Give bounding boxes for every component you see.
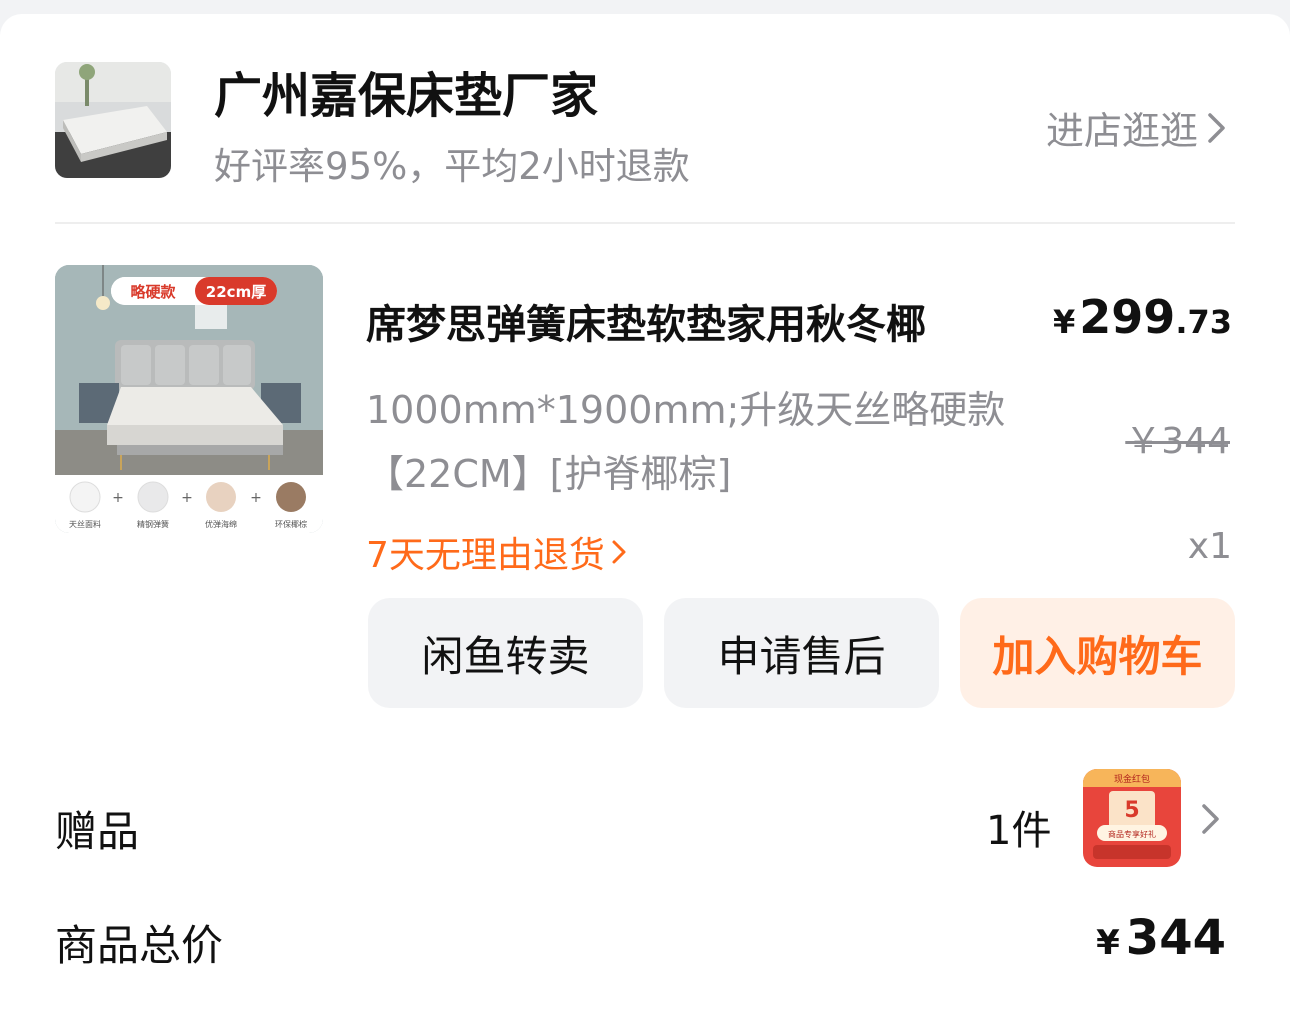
svg-text:+: +: [181, 490, 193, 506]
gift-thumb-caption: 商品专享好礼: [1108, 829, 1156, 839]
product-image: 略硬款 22cm厚 + + + 天丝面料 精钢弹簧 优弹海绵 环保椰棕: [55, 265, 323, 533]
product-title[interactable]: 席梦思弹簧床垫软垫家用秋冬椰: [366, 292, 1046, 350]
gift-thumbnail[interactable]: 现金红包 5 商品专享好礼: [1083, 769, 1181, 867]
total-currency: ¥: [1096, 923, 1120, 963]
price-decimal: .73: [1175, 303, 1232, 341]
price-integer: 299: [1079, 290, 1176, 344]
product-price: ¥299.73: [1053, 290, 1232, 344]
enter-shop-label: 进店逛逛: [1045, 109, 1198, 153]
return-policy-label: 7天无理由退货: [366, 535, 605, 576]
chevron-right-icon: [1208, 112, 1225, 143]
return-policy-link[interactable]: 7天无理由退货: [366, 526, 627, 578]
svg-text:+: +: [112, 490, 124, 506]
feature-label: 精钢弹簧: [137, 519, 169, 529]
enter-shop-link[interactable]: 进店逛逛: [1046, 100, 1228, 155]
chevron-right-icon: [612, 540, 626, 564]
product-spec: 1000mm*1900mm;升级天丝略硬款【22CM】[护脊椰棕]: [366, 388, 1006, 496]
feature-label: 优弹海绵: [205, 519, 237, 529]
order-item-card: 广州嘉保床垫厂家 好评率95%，平均2小时退款 进店逛逛 略硬款 22cm厚 +…: [0, 14, 1290, 1035]
thumb-badge-left: 略硬款: [130, 283, 176, 301]
resell-button[interactable]: 闲鱼转卖: [368, 598, 643, 708]
shop-name[interactable]: 广州嘉保床垫厂家: [214, 56, 598, 126]
price-currency: ¥: [1053, 303, 1076, 341]
total-price: ¥344: [1096, 910, 1226, 966]
thumb-badge-right: 22cm厚: [206, 283, 266, 301]
red-packet-image: 现金红包 5 商品专享好礼: [1083, 769, 1181, 867]
total-label: 商品总价: [55, 921, 224, 970]
add-to-cart-button[interactable]: 加入购物车: [960, 598, 1235, 708]
total-value: 344: [1125, 910, 1226, 966]
gift-label: 赠品: [55, 807, 140, 856]
gift-thumb-number: 5: [1124, 798, 1139, 823]
original-price: ￥344: [1125, 421, 1230, 462]
svg-text:+: +: [250, 490, 262, 506]
feature-label: 环保椰棕: [275, 519, 307, 529]
shop-rating-text: 好评率95%，平均2小时退款: [214, 145, 690, 188]
shop-mattress-image: [55, 62, 171, 178]
gift-chevron[interactable]: [1200, 802, 1222, 840]
chevron-right-icon: [1202, 804, 1219, 834]
after-sales-button[interactable]: 申请售后: [664, 598, 939, 708]
shop-avatar[interactable]: [55, 62, 171, 178]
gift-count[interactable]: 1件: [986, 798, 1051, 856]
divider: [55, 222, 1235, 224]
quantity: x1: [1187, 526, 1232, 567]
gift-thumb-top: 现金红包: [1114, 773, 1150, 785]
product-thumbnail[interactable]: 略硬款 22cm厚 + + + 天丝面料 精钢弹簧 优弹海绵 环保椰棕: [55, 265, 323, 533]
feature-label: 天丝面料: [69, 519, 101, 529]
